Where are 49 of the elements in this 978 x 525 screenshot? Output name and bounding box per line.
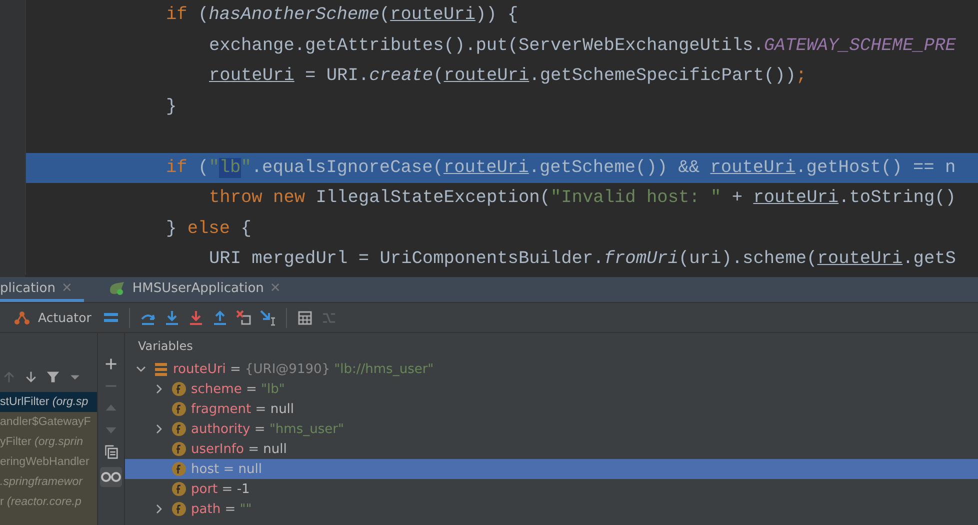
variable-row[interactable]: fragment = null bbox=[125, 399, 978, 419]
variable-row[interactable]: port = -1 bbox=[125, 479, 978, 499]
drop-frame-icon[interactable] bbox=[236, 310, 252, 326]
stack-frame[interactable]: eringWebHandler bbox=[0, 452, 97, 472]
field-icon bbox=[172, 462, 186, 476]
field-icon bbox=[172, 382, 186, 396]
arrow-down-icon[interactable] bbox=[24, 370, 38, 384]
chevron-right-icon[interactable] bbox=[154, 384, 164, 394]
chevron-right-icon[interactable] bbox=[154, 424, 164, 434]
field-icon bbox=[172, 442, 186, 456]
stack-frame[interactable]: andler$GatewayF bbox=[0, 412, 97, 432]
variables-title: Variables bbox=[137, 338, 194, 355]
chevron-down-icon[interactable] bbox=[136, 364, 146, 374]
code-line: routeUri = URI.create(routeUri.getSchemeSpecificPart()); bbox=[25, 61, 978, 92]
run-to-cursor-icon[interactable] bbox=[260, 310, 276, 326]
object-icon bbox=[155, 363, 167, 376]
debug-tab[interactable]: plication ✕ bbox=[0, 277, 84, 302]
stack-frame[interactable]: stUrlFilter (org.sp bbox=[0, 392, 97, 412]
field-icon bbox=[172, 502, 186, 516]
variable-row[interactable]: userInfo = null bbox=[125, 439, 978, 459]
field-icon bbox=[172, 422, 186, 436]
actuator-label[interactable]: Actuator bbox=[38, 310, 92, 325]
step-into-icon[interactable] bbox=[164, 310, 180, 326]
variable-row[interactable]: authority = "hms_user" bbox=[125, 419, 978, 439]
plus-icon[interactable] bbox=[104, 357, 118, 371]
code-line: } bbox=[25, 92, 978, 122]
variable-row[interactable]: routeUri = {URI@9190} "lb://hms_user" bbox=[125, 359, 978, 379]
step-out-icon[interactable] bbox=[212, 310, 228, 326]
code-line: if (hasAnotherScheme(routeUri)) { bbox=[25, 0, 978, 30]
debug-tab[interactable]: HMSUserApplication ✕ bbox=[96, 277, 293, 302]
variable-row[interactable]: path = "" bbox=[125, 499, 978, 519]
field-icon bbox=[172, 402, 186, 416]
stack-frame[interactable]: .springframewor bbox=[0, 472, 97, 492]
calculator-icon[interactable] bbox=[297, 310, 314, 326]
field-icon bbox=[172, 482, 186, 496]
hierarchy-icon[interactable] bbox=[14, 310, 30, 326]
variable-row[interactable]: host = null bbox=[125, 459, 978, 479]
copy-icon[interactable] bbox=[104, 445, 118, 459]
code-line: throw new IllegalStateException("Invalid host: " + routeUri.toString() bbox=[25, 183, 978, 214]
stack-frame[interactable]: yFilter (org.sprin bbox=[0, 432, 97, 452]
force-step-into-icon[interactable] bbox=[188, 310, 204, 326]
glasses-button[interactable] bbox=[100, 467, 122, 487]
code-line: URI mergedUrl = UriComponentsBuilder.fromUri(uri).scheme(routeUri.getS bbox=[25, 244, 978, 274]
stack-frame[interactable]: r (reactor.core.p bbox=[0, 492, 97, 512]
chevron-right-icon[interactable] bbox=[154, 504, 164, 514]
filter-icon[interactable] bbox=[46, 370, 60, 384]
variable-row[interactable]: scheme = "lb" bbox=[125, 379, 978, 399]
code-line: exchange.getAttributes().put(ServerWebExchangeUtils.GATEWAY_SCHEME_PRE bbox=[25, 30, 978, 61]
code-line: } else { bbox=[25, 214, 978, 244]
